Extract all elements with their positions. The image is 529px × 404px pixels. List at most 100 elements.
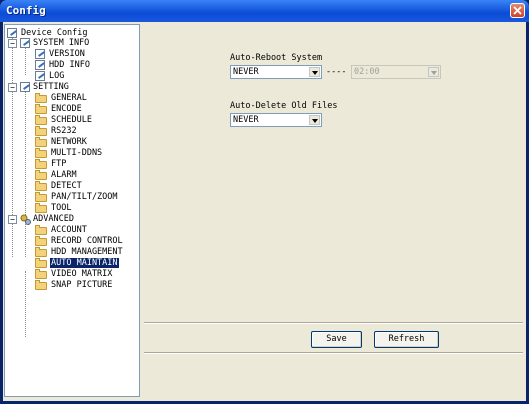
auto-reboot-value: NEVER — [233, 67, 259, 77]
tree-item-network[interactable]: NETWORK — [35, 137, 88, 148]
folder-icon — [35, 236, 47, 246]
tree-item-hdd-info[interactable]: HDD INFO — [35, 60, 91, 71]
tree-root-label: Device Config — [21, 28, 88, 38]
tree-item-ftp[interactable]: FTP — [35, 159, 67, 170]
tree-item-multi-ddns[interactable]: MULTI-DDNS — [35, 148, 103, 159]
gears-icon — [20, 214, 31, 225]
tree-item-label: FTP — [51, 159, 67, 169]
page-icon — [35, 71, 45, 81]
refresh-button[interactable]: Refresh — [374, 331, 439, 348]
tree-item-video-matrix[interactable]: VIDEO MATRIX — [35, 269, 113, 280]
folder-icon — [35, 181, 47, 191]
folder-icon — [35, 115, 47, 125]
window-title: Config — [6, 4, 46, 17]
divider — [144, 322, 523, 324]
close-icon — [513, 6, 522, 15]
tree-item-schedule[interactable]: SCHEDULE — [35, 115, 93, 126]
collapse-icon[interactable]: − — [8, 39, 17, 48]
title-bar[interactable]: Config — [0, 0, 529, 22]
tree-node-advanced[interactable]: − ADVANCED — [8, 214, 75, 225]
save-button[interactable]: Save — [311, 331, 362, 348]
tree-node-label: SETTING — [33, 82, 69, 92]
tree-item-log[interactable]: LOG — [35, 71, 65, 82]
tree-item-label: SCHEDULE — [51, 115, 92, 125]
tree-line — [25, 91, 26, 257]
collapse-icon[interactable]: − — [8, 83, 17, 92]
config-tree: Device Config − SYSTEM INFO VERSION HDD … — [4, 24, 140, 397]
tree-item-label: LOG — [49, 71, 65, 81]
collapse-icon[interactable]: − — [8, 215, 17, 224]
folder-icon — [35, 192, 47, 202]
tree-item-label: HDD INFO — [49, 60, 90, 70]
tree-item-label: DETECT — [51, 181, 82, 191]
tree-item-label: RECORD CONTROL — [51, 236, 123, 246]
tree-item-label: GENERAL — [51, 93, 87, 103]
tree-item-label: VERSION — [49, 49, 85, 59]
tree-item-label: HDD MANAGEMENT — [51, 247, 123, 257]
auto-delete-value: NEVER — [233, 115, 259, 125]
tree-item-account[interactable]: ACCOUNT — [35, 225, 88, 236]
tree-item-label: VIDEO MATRIX — [51, 269, 113, 279]
tree-item-detect[interactable]: DETECT — [35, 181, 83, 192]
chevron-down-icon[interactable] — [309, 67, 320, 77]
tree-item-auto-maintain[interactable]: AUTO MAINTAIN — [35, 258, 119, 269]
tree-item-label: ENCODE — [51, 104, 82, 114]
tree-item-pan-tilt-zoom[interactable]: PAN/TILT/ZOOM — [35, 192, 119, 203]
folder-icon — [35, 247, 47, 257]
config-window: Config Device Config − SYSTEM INFO VERSI… — [0, 0, 529, 404]
tree-item-encode[interactable]: ENCODE — [35, 104, 83, 115]
setting-icon — [20, 82, 30, 92]
tree-item-label: ACCOUNT — [51, 225, 87, 235]
folder-icon — [35, 126, 47, 136]
folder-icon — [35, 148, 47, 158]
tree-item-label: SNAP PICTURE — [51, 280, 113, 290]
tree-node-setting[interactable]: − SETTING — [8, 82, 70, 93]
folder-icon — [35, 170, 47, 180]
tree-item-label: AUTO MAINTAIN — [50, 258, 119, 268]
folder-icon — [35, 203, 47, 213]
device-config-icon — [7, 28, 17, 38]
tree-item-record-control[interactable]: RECORD CONTROL — [35, 236, 124, 247]
tree-item-alarm[interactable]: ALARM — [35, 170, 78, 181]
tree-item-snap-picture[interactable]: SNAP PICTURE — [35, 280, 113, 291]
tree-item-rs232[interactable]: RS232 — [35, 126, 78, 137]
folder-icon — [35, 93, 47, 103]
divider — [144, 352, 523, 354]
tree-item-label: ALARM — [51, 170, 77, 180]
tree-item-version[interactable]: VERSION — [35, 49, 86, 60]
tree-node-label: SYSTEM INFO — [33, 38, 90, 48]
close-button[interactable] — [510, 3, 525, 18]
tree-item-general[interactable]: GENERAL — [35, 93, 88, 104]
chevron-down-icon[interactable] — [309, 115, 320, 125]
tree-item-label: PAN/TILT/ZOOM — [51, 192, 118, 202]
tree-node-label: ADVANCED — [33, 214, 74, 224]
tree-line — [25, 47, 26, 75]
folder-icon — [35, 269, 47, 279]
folder-icon — [35, 258, 47, 268]
folder-icon — [35, 225, 47, 235]
chevron-down-icon[interactable] — [428, 67, 439, 77]
auto-reboot-select[interactable]: NEVER — [230, 65, 322, 79]
tree-item-label: TOOL — [51, 203, 72, 213]
tree-line — [25, 271, 26, 337]
tree-item-label: MULTI-DDNS — [51, 148, 103, 158]
auto-delete-select[interactable]: NEVER — [230, 113, 322, 127]
auto-maintain-panel: Auto-Reboot System NEVER ---- 02:00 Auto… — [144, 24, 523, 397]
tree-item-label: RS232 — [51, 126, 77, 136]
tree-item-tool[interactable]: TOOL — [35, 203, 72, 214]
system-info-icon — [20, 38, 30, 48]
auto-reboot-label: Auto-Reboot System — [230, 53, 323, 63]
folder-icon — [35, 280, 47, 290]
window-body: Device Config − SYSTEM INFO VERSION HDD … — [3, 22, 526, 401]
auto-reboot-time-value: 02:00 — [354, 67, 380, 77]
tree-item-hdd-management[interactable]: HDD MANAGEMENT — [35, 247, 124, 258]
auto-delete-label: Auto-Delete Old Files — [230, 101, 338, 111]
tree-node-system-info[interactable]: − SYSTEM INFO — [8, 38, 90, 49]
folder-icon — [35, 137, 47, 147]
folder-icon — [35, 104, 47, 114]
folder-icon — [35, 159, 47, 169]
auto-reboot-time-select[interactable]: 02:00 — [351, 65, 441, 79]
page-icon — [35, 60, 45, 70]
page-icon — [35, 49, 45, 59]
reboot-dash: ---- — [326, 67, 347, 77]
